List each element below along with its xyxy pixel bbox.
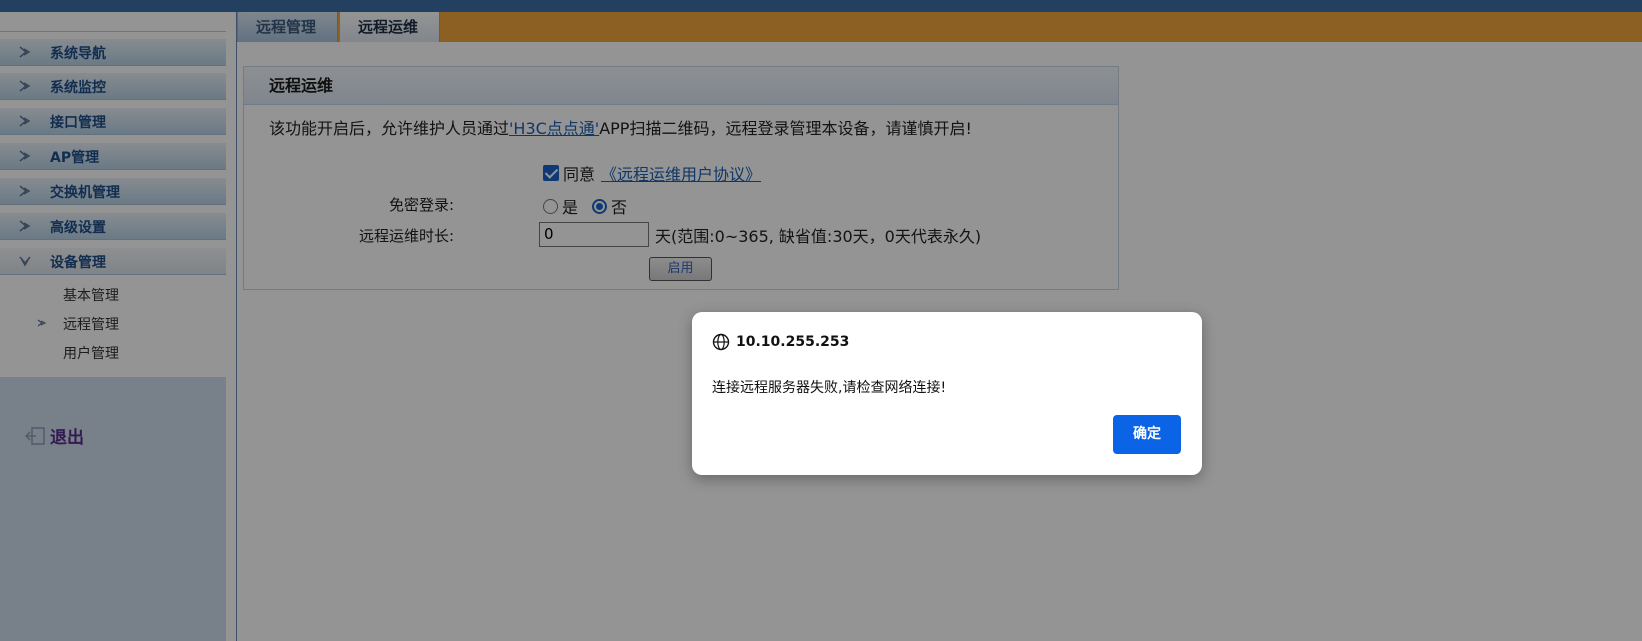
- dialog-message: 连接远程服务器失败,请检查网络连接!: [712, 380, 947, 396]
- dialog-host-row: 10.10.255.253: [712, 333, 849, 351]
- ok-button[interactable]: 确定: [1113, 415, 1181, 454]
- alert-dialog: 10.10.255.253 连接远程服务器失败,请检查网络连接! 确定: [692, 312, 1202, 475]
- globe-icon: [712, 333, 730, 351]
- dialog-host: 10.10.255.253: [736, 334, 850, 350]
